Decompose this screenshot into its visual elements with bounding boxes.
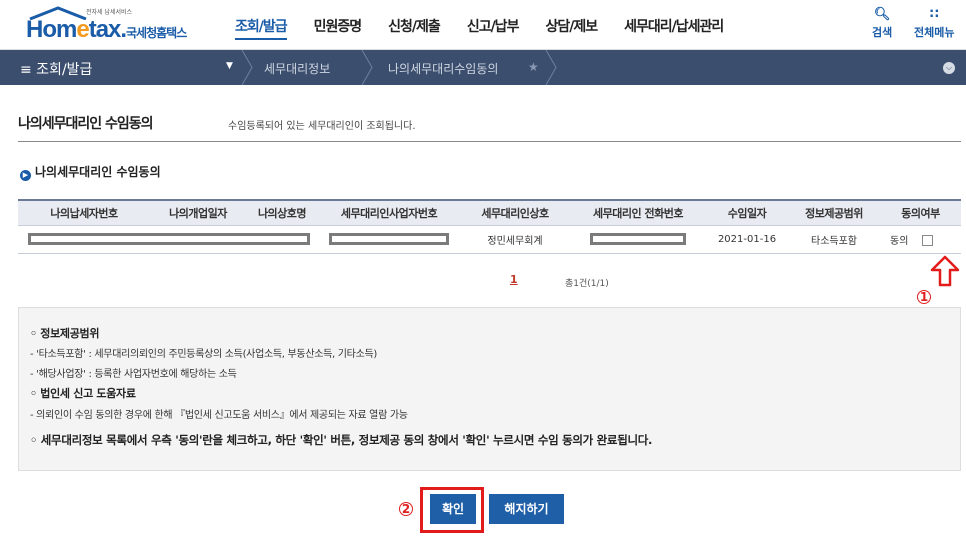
grid-icon: ∷: [929, 7, 939, 22]
info-line: - '타소득포함' : 세무대리의뢰인의 주민등록상의 소득(사업소득, 부동산…: [30, 349, 377, 360]
col-header: 세무대리인 전화번호: [570, 199, 706, 226]
logo-tagline: 전자세 납세서비스: [86, 9, 133, 16]
search-icon: 🔍︎: [873, 7, 891, 22]
search-label: 검색: [872, 26, 893, 39]
menu-category-select[interactable]: ≡ 조회/발급: [20, 59, 92, 79]
col-header: 나의상호명: [246, 199, 318, 226]
chevron-down-icon[interactable]: ⌵: [943, 62, 955, 74]
consent-checkbox[interactable]: [922, 235, 934, 246]
nav-certificates[interactable]: 민원증명: [314, 16, 363, 40]
nav-report-pay[interactable]: 신고/납부: [467, 16, 520, 40]
col-header: 나의납세자번호: [18, 199, 150, 226]
cancel-consent-button[interactable]: 해지하기: [489, 494, 564, 524]
breadcrumb-separator-icon: [545, 50, 557, 85]
nav-apply-submit[interactable]: 신청/제출: [388, 16, 441, 40]
page-title: 나의세무대리인 수임동의: [18, 116, 154, 132]
arrow-bullet-icon: ▶: [20, 170, 31, 181]
all-menu-button[interactable]: ∷ 전체메뉴: [914, 6, 954, 40]
col-header: 세무대리인사업자번호: [318, 199, 460, 226]
col-header: 정보제공범위: [788, 199, 880, 226]
redaction-box: [28, 233, 310, 245]
redacted-cell: [318, 225, 460, 254]
col-header: 세무대리인상호: [460, 199, 570, 226]
nav-consult-report[interactable]: 상담/제보: [545, 16, 598, 40]
section-title: ▶ 나의세무대리인 수임동의: [20, 163, 161, 181]
page-description: 수임등록되어 있는 세무대리인이 조회됩니다.: [228, 121, 416, 132]
all-menu-label: 전체메뉴: [914, 26, 955, 39]
hometax-logo[interactable]: 전자세 납세서비스 Hometax. 국세청홈택스: [22, 6, 197, 43]
redaction-box: [590, 233, 686, 245]
breadcrumb-separator-icon: [241, 50, 253, 85]
redacted-cell: [570, 225, 706, 254]
page-link-1[interactable]: 1: [510, 273, 518, 286]
nav-tax-agent[interactable]: 세무대리/납세관리: [624, 16, 724, 40]
tax-agent-table: 나의납세자번호 나의개업일자 나의상호명 세무대리인사업자번호 세무대리인상호 …: [18, 199, 961, 254]
breadcrumb-tax-agent-info[interactable]: 세무대리정보: [264, 60, 330, 77]
consent-label: 동의: [890, 235, 909, 247]
table-row: 정민세무회계 2021-01-16 타소득포함 동의: [18, 225, 961, 254]
annotation-number-2: 2: [399, 502, 413, 516]
col-header: 나의개업일자: [150, 199, 246, 226]
redacted-cell: [18, 225, 318, 254]
info-heading-corp-tax: ◦ 법인세 신고 도움자료: [30, 387, 136, 400]
table-header-row: 나의납세자번호 나의개업일자 나의상호명 세무대리인사업자번호 세무대리인상호 …: [18, 199, 961, 226]
up-arrow-annotation-icon: [930, 255, 960, 287]
agent-name-cell: 정민세무회계: [460, 225, 570, 254]
total-count: 총1건(1/1): [565, 279, 609, 289]
col-header: 수임일자: [706, 199, 788, 226]
top-header: 전자세 납세서비스 Hometax. 국세청홈택스 조회/발급 민원증명 신청/…: [0, 0, 966, 50]
annotation-number-1: 1: [917, 290, 931, 304]
search-button[interactable]: 🔍︎ 검색: [872, 6, 892, 40]
breadcrumb-current-page: 나의세무대리수임동의: [388, 62, 499, 76]
consent-cell: 동의: [880, 225, 961, 254]
breadcrumb-separator-icon: [361, 50, 373, 85]
favorite-star-icon[interactable]: ★: [528, 60, 539, 74]
breadcrumb-bar: ≡ 조회/발급 ▼ 세무대리정보 나의세무대리수임동의 ★ ⌵: [0, 50, 966, 85]
info-instruction: ◦ 세무대리정보 목록에서 우측 '동의'란을 체크하고, 하단 '확인' 버튼…: [30, 433, 653, 447]
date-cell: 2021-01-16: [706, 225, 788, 254]
global-nav: 조회/발급 민원증명 신청/제출 신고/납부 상담/제보 세무대리/납세관리: [235, 16, 750, 40]
title-divider: [18, 141, 961, 142]
redaction-box: [329, 233, 449, 245]
info-heading-scope: ◦ 정보제공범위: [30, 327, 100, 340]
highlight-annotation-box: [420, 487, 484, 533]
dropdown-caret-icon[interactable]: ▼: [226, 61, 233, 71]
info-line: - '해당사업장' : 등록한 사업자번호에 해당하는 소득: [30, 369, 237, 380]
col-header: 동의여부: [880, 199, 961, 226]
scope-cell: 타소득포함: [788, 225, 880, 254]
logo-korean-name: 국세청홈택스: [126, 26, 187, 40]
nav-lookup-issue[interactable]: 조회/발급: [235, 16, 288, 40]
info-line: - 의뢰인이 수임 동의한 경우에 한해 『법인세 신고도움 서비스』에서 제공…: [30, 410, 408, 421]
logo-wordmark: Hometax.: [26, 16, 127, 43]
